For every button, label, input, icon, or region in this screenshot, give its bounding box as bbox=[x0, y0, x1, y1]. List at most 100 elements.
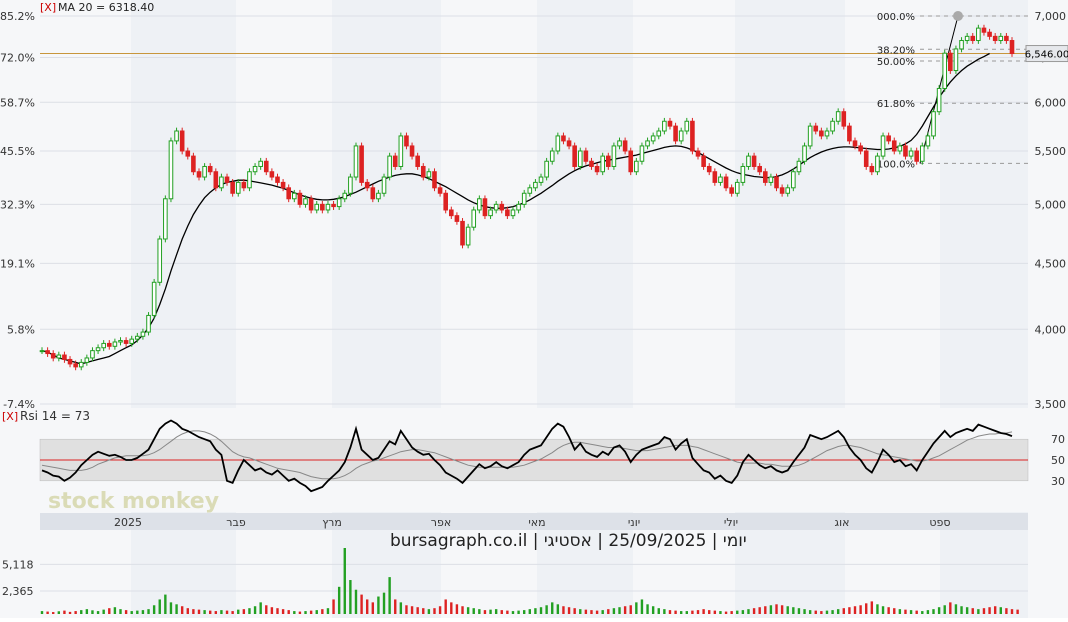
candle bbox=[953, 48, 959, 72]
volume-bar bbox=[528, 609, 532, 614]
candle bbox=[880, 135, 886, 157]
candle bbox=[819, 130, 824, 137]
close-marker-rsi[interactable]: [X] bbox=[2, 410, 18, 423]
volume-bar bbox=[1010, 609, 1014, 614]
candle bbox=[847, 125, 852, 142]
volume-bar bbox=[747, 609, 750, 614]
candle bbox=[50, 353, 56, 359]
candle bbox=[746, 155, 751, 167]
candle bbox=[835, 111, 841, 122]
candle bbox=[404, 135, 409, 147]
candle bbox=[549, 150, 555, 162]
volume-bar bbox=[108, 608, 111, 614]
volume-bar bbox=[399, 602, 403, 614]
candle bbox=[701, 155, 706, 167]
candle bbox=[594, 165, 600, 173]
candle bbox=[477, 198, 482, 211]
date-label: אוג bbox=[835, 516, 850, 529]
candle bbox=[336, 198, 342, 208]
volume-bar bbox=[366, 599, 369, 614]
candle bbox=[919, 145, 925, 162]
volume-bar bbox=[988, 607, 991, 614]
candle bbox=[387, 155, 392, 178]
volume-bar bbox=[253, 606, 257, 614]
volume-bar bbox=[921, 611, 924, 614]
candle bbox=[673, 125, 678, 142]
candle bbox=[460, 220, 465, 246]
close-marker-ma[interactable]: [X] bbox=[40, 1, 56, 14]
volume-bar bbox=[556, 604, 560, 614]
volume-bar bbox=[466, 607, 470, 614]
candle bbox=[925, 135, 931, 147]
volume-bar bbox=[865, 603, 868, 614]
volume-bar bbox=[724, 611, 728, 614]
volume-bar bbox=[209, 610, 212, 614]
volume-bar bbox=[124, 610, 128, 614]
candle bbox=[695, 150, 701, 157]
volume-bar bbox=[562, 606, 565, 614]
volume-bar bbox=[91, 610, 94, 614]
candle bbox=[465, 226, 471, 246]
candle bbox=[101, 342, 106, 349]
volume-bar bbox=[410, 606, 414, 614]
volume-bar bbox=[192, 609, 195, 614]
candle bbox=[471, 209, 477, 228]
candle bbox=[370, 187, 376, 200]
candle bbox=[179, 130, 185, 152]
volume-bar bbox=[836, 609, 840, 614]
candle bbox=[78, 361, 84, 368]
candle bbox=[157, 238, 163, 283]
stock-chart: 000.0% 38.20%50.00% 61.80% 100.0% 7,000 85.2… bbox=[0, 0, 1068, 618]
candle bbox=[437, 187, 443, 194]
candle bbox=[67, 358, 73, 365]
candle bbox=[796, 160, 802, 173]
volume-bar bbox=[601, 610, 604, 614]
volume-bar bbox=[881, 606, 885, 614]
footer-title: יומי | 25/09/2025 | אסטיגי | bursagraph.… bbox=[390, 531, 747, 551]
volume-bar bbox=[825, 610, 829, 614]
candle bbox=[729, 187, 734, 194]
candle bbox=[191, 155, 196, 173]
candle bbox=[224, 176, 230, 183]
volume-bar bbox=[842, 608, 845, 614]
candle bbox=[123, 340, 129, 344]
candle bbox=[964, 35, 970, 42]
volume-bar bbox=[377, 596, 380, 614]
volume-bar bbox=[534, 608, 537, 614]
candle bbox=[987, 31, 992, 37]
volume-bar bbox=[584, 609, 588, 614]
volume-bar bbox=[427, 609, 431, 614]
candle bbox=[314, 203, 320, 211]
percent-tick-label: 45.5% bbox=[0, 145, 35, 158]
volume-bar bbox=[158, 599, 161, 614]
candle bbox=[757, 165, 762, 173]
candle bbox=[589, 160, 594, 167]
candle bbox=[634, 160, 639, 173]
candle bbox=[202, 165, 207, 178]
candle bbox=[779, 187, 785, 194]
volume-bar bbox=[214, 611, 218, 614]
candle bbox=[118, 340, 123, 343]
volume-bar bbox=[982, 608, 986, 614]
candle bbox=[998, 35, 1004, 42]
candle bbox=[286, 187, 292, 200]
volume-bar bbox=[360, 594, 363, 614]
candle bbox=[292, 192, 297, 200]
volume-bar bbox=[433, 608, 436, 614]
volume-bar bbox=[382, 592, 386, 614]
percent-tick-label: 58.7% bbox=[0, 96, 35, 109]
volume-bar bbox=[74, 611, 77, 614]
volume-bar bbox=[388, 577, 391, 614]
candle bbox=[768, 176, 774, 183]
candle bbox=[263, 160, 269, 173]
volume-bar bbox=[259, 602, 262, 614]
candle bbox=[830, 120, 835, 132]
volume-bar bbox=[220, 610, 223, 614]
volume-bar bbox=[180, 606, 184, 614]
candle bbox=[420, 165, 426, 178]
volume-bar bbox=[472, 608, 475, 614]
volume-bar bbox=[444, 599, 447, 614]
volume-bar bbox=[483, 610, 487, 614]
price-tick-label: 4,500 bbox=[1035, 257, 1067, 270]
candle bbox=[353, 145, 359, 178]
